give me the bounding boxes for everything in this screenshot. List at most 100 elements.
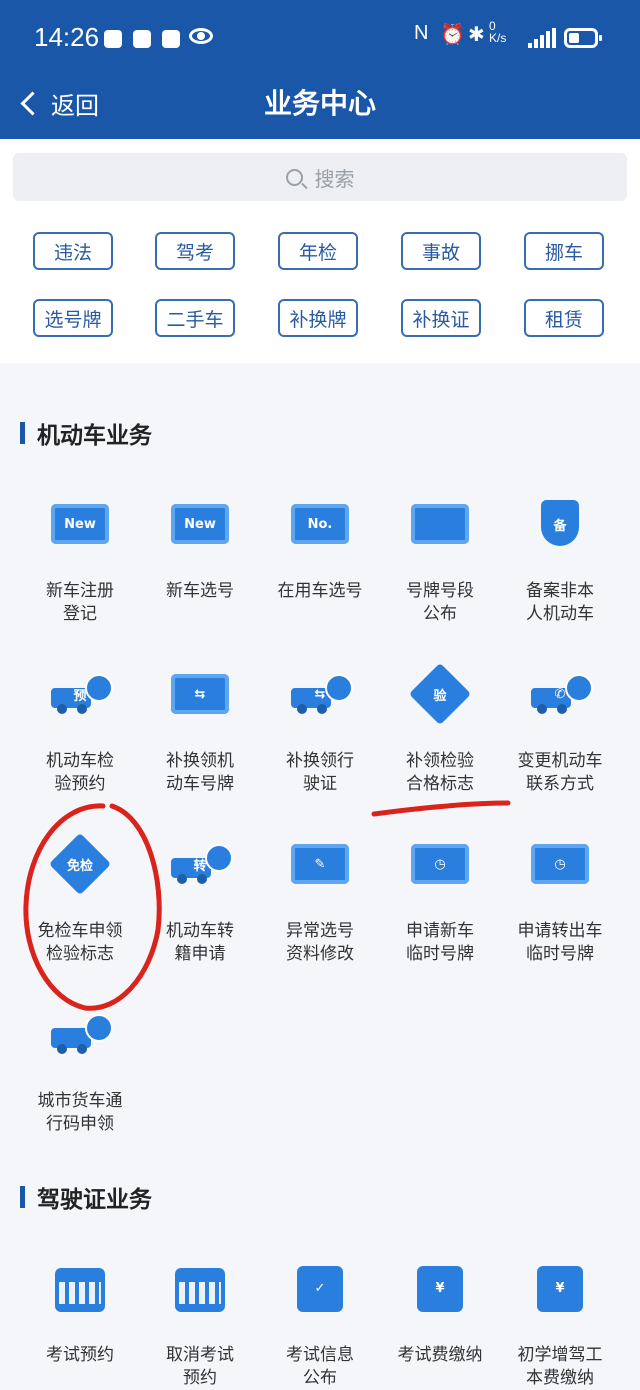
label-line: 本费缴纳 xyxy=(526,1368,594,1388)
section-title-vehicle: 机动车业务 xyxy=(20,416,152,450)
label-line: 变更机动车 xyxy=(517,751,603,771)
icon-glyph: ⇆ xyxy=(314,686,326,702)
label-line: 考试预约 xyxy=(46,1345,114,1365)
label-line: 初学增驾工 xyxy=(517,1345,603,1365)
label-line: 考试费缴纳 xyxy=(397,1345,483,1365)
service-label: 机动车转 籍申请 xyxy=(140,920,260,966)
quick-tag[interactable]: 补换证 xyxy=(401,299,481,337)
service-label: 异常选号 资料修改 xyxy=(260,920,380,966)
icon-glyph: New xyxy=(184,516,216,532)
quick-tag[interactable]: 选号牌 xyxy=(33,299,113,337)
section-title-license: 驾驶证业务 xyxy=(20,1180,152,1214)
label-line: 联系方式 xyxy=(526,774,594,794)
service-label: 初学增驾工 本费缴纳 xyxy=(500,1344,620,1390)
used-car-plate-icon: No. xyxy=(291,498,349,550)
label-line: 籍申请 xyxy=(174,944,226,964)
icon-glyph: 预 xyxy=(73,688,87,704)
label-line: 临时号牌 xyxy=(406,944,474,964)
city-truck-pass-icon xyxy=(51,1008,113,1060)
plate-swap-icon: ⇆ xyxy=(171,668,229,720)
quick-tag[interactable]: 年检 xyxy=(278,232,358,270)
change-contact-truck-icon: ✆ xyxy=(531,668,593,720)
quick-tag[interactable]: 事故 xyxy=(401,232,481,270)
icon-glyph xyxy=(171,1262,229,1314)
new-car-register-icon: New xyxy=(51,498,109,550)
red-circle-annotation xyxy=(23,803,162,1011)
search-icon xyxy=(285,168,303,186)
nfc-icon: N xyxy=(414,22,429,44)
learner-fee-icon: ¥ xyxy=(531,1262,589,1314)
alarm-icon: ⏰ xyxy=(440,24,465,46)
net-speed: 0 K/s xyxy=(489,19,507,45)
transfer-out-temp-plate-icon: ◷ xyxy=(531,838,589,890)
label-line: 行码申领 xyxy=(46,1114,114,1134)
label-line: 取消考试 xyxy=(166,1345,234,1365)
quick-tag[interactable]: 驾考 xyxy=(155,232,235,270)
signal-icon xyxy=(528,28,556,48)
label-line: 申请新车 xyxy=(406,921,474,941)
icon-glyph: ⇆ xyxy=(194,686,206,702)
icon-glyph: ◷ xyxy=(434,856,446,872)
service-label: 城市货车通 行码申领 xyxy=(20,1090,140,1136)
label-line: 补换领行 xyxy=(286,751,354,771)
label-line: 异常选号 xyxy=(286,921,354,941)
icon-glyph xyxy=(51,1262,109,1314)
search-input[interactable]: 搜索 xyxy=(13,153,627,201)
label-line: 申请转出车 xyxy=(517,921,603,941)
icon-glyph: 备 xyxy=(553,518,567,534)
icon-glyph: ✆ xyxy=(554,686,566,702)
quick-tag[interactable]: 租赁 xyxy=(524,299,604,337)
quick-panel: 搜索 违法 驾考 年检 事故 挪车 选号牌 二手车 补换牌 补换证 租赁 xyxy=(0,139,640,363)
inspection-mark-diamond-icon: 验 xyxy=(408,662,472,726)
quick-tag[interactable]: 补换牌 xyxy=(278,299,358,337)
inspection-booking-truck-icon: 预 xyxy=(51,668,113,720)
edit-plate-icon: ✎ xyxy=(291,838,349,890)
label-line: 城市货车通 xyxy=(37,1091,123,1111)
service-label: 取消考试 预约 xyxy=(140,1344,260,1390)
exam-booking-calendar-icon xyxy=(51,1262,109,1314)
label-line: 号牌号段 xyxy=(406,581,474,601)
battery-icon xyxy=(564,28,602,48)
notification-icon xyxy=(162,30,180,48)
page-title: 业务中心 xyxy=(263,87,376,120)
icon-glyph: No. xyxy=(307,516,333,532)
icon-glyph: 验 xyxy=(433,688,447,704)
eye-icon xyxy=(189,28,213,44)
quick-tag[interactable]: 二手车 xyxy=(155,299,235,337)
cancel-exam-calendar-icon xyxy=(171,1262,229,1314)
label-line: 登记 xyxy=(63,604,97,624)
red-underline-annotation xyxy=(371,800,511,817)
label-line: 检验标志 xyxy=(46,944,114,964)
temp-plate-clock-icon: ◷ xyxy=(411,838,469,890)
label-line: 临时号牌 xyxy=(526,944,594,964)
service-label: 新车注册 登记 xyxy=(20,580,140,626)
service-label: 新车选号 xyxy=(140,580,260,603)
service-label: 补换领机 动车号牌 xyxy=(140,750,260,796)
label-line: 公布 xyxy=(423,604,457,624)
label-line: 验预约 xyxy=(54,774,106,794)
search-placeholder: 搜索 xyxy=(314,166,355,191)
new-car-plate-icon: New xyxy=(171,498,229,550)
service-label: 考试预约 xyxy=(20,1344,140,1367)
label-line: 备案非本 xyxy=(526,581,594,601)
label-line: 预约 xyxy=(183,1368,217,1388)
service-label: 备案非本 人机动车 xyxy=(500,580,620,626)
label-line: 免检车申领 xyxy=(37,921,123,941)
exempt-inspection-diamond-icon: 免检 xyxy=(48,832,112,896)
label-line: 动车号牌 xyxy=(166,774,234,794)
record-shield-icon: 备 xyxy=(531,498,589,550)
icon-glyph: 免检 xyxy=(66,858,93,874)
label-line: 新车选号 xyxy=(166,581,234,601)
status-time: 14:26 xyxy=(34,22,100,52)
service-label: 补领检验 合格标志 xyxy=(380,750,500,796)
icon-glyph: New xyxy=(64,516,96,532)
label-line: 驶证 xyxy=(303,774,337,794)
quick-tag[interactable]: 违法 xyxy=(33,232,113,270)
service-label: 变更机动车 联系方式 xyxy=(500,750,620,796)
label-line: 机动车检 xyxy=(46,751,114,771)
service-label: 免检车申领 检验标志 xyxy=(20,920,140,966)
service-label: 考试费缴纳 xyxy=(380,1344,500,1367)
icon-glyph: ¥ xyxy=(555,1280,565,1296)
quick-tag[interactable]: 挪车 xyxy=(524,232,604,270)
exam-info-board-icon: ✓ xyxy=(291,1262,349,1314)
